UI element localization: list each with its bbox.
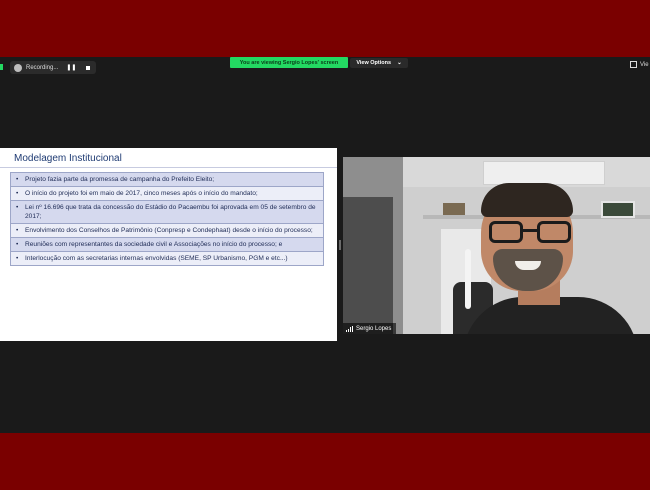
grid-view-icon (630, 61, 637, 68)
recording-indicator[interactable]: Recording... ❚❚ (10, 61, 97, 74)
glasses-lens-right (537, 221, 571, 243)
recording-icon (14, 63, 22, 72)
participant-name: Sergio Lopes (356, 325, 392, 332)
view-mode-label: Vie (640, 61, 649, 68)
view-mode-button[interactable]: Vie (630, 61, 649, 68)
slide-title: Modelagem Institucional (14, 153, 122, 164)
chevron-down-icon: ⌄ (397, 60, 402, 66)
bullet-marker: • (16, 255, 19, 262)
view-options-button[interactable]: View Options ⌄ (350, 58, 408, 68)
slide-divider (0, 167, 337, 168)
status-indicator (0, 64, 3, 70)
bullet-marker: • (16, 176, 19, 183)
slide-bullet-text: Interlocução com as secretarias internas… (25, 255, 288, 262)
slide-bullet-item: • Interlocução com as secretarias intern… (10, 251, 324, 266)
slide-bullet-item: • Reuniões com representantes da socieda… (10, 237, 324, 251)
slide-bullet-item: • O início do projeto foi em maio de 201… (10, 186, 324, 200)
bullet-marker: • (16, 204, 19, 211)
signal-strength-icon (346, 325, 353, 332)
bullet-marker: • (16, 190, 19, 197)
air-conditioner (483, 161, 605, 185)
slide-bullet-list: • Projeto fazia parte da promessa de cam… (10, 172, 324, 266)
slide-bullet-text: Envolvimento dos Conselhos de Patrimônio… (25, 227, 313, 234)
glasses-lens-left (489, 221, 523, 243)
slide-bullet-text: O início do projeto foi em maio de 2017,… (25, 190, 258, 197)
slide-bullet-item: • Lei nº 16.696 que trata da concessão d… (10, 200, 324, 223)
earphone-cable (465, 249, 471, 309)
bullet-marker: • (16, 227, 19, 234)
slide-bullet-item: • Projeto fazia parte da promessa de cam… (10, 172, 324, 186)
participant-hair (481, 183, 573, 217)
slide-bullet-text: Reuniões com representantes da sociedade… (25, 241, 283, 248)
view-options-label: View Options (356, 60, 392, 66)
background-doorway (343, 197, 393, 334)
split-view-divider-handle[interactable] (339, 240, 341, 250)
picture-frame (601, 201, 635, 218)
bullet-marker: • (16, 241, 19, 248)
pause-recording-button[interactable]: ❚❚ (66, 64, 76, 71)
slide-bullet-item: • Envolvimento dos Conselhos de Patrimôn… (10, 223, 324, 237)
shelf-decoration (443, 203, 465, 215)
stop-recording-button[interactable] (86, 65, 91, 70)
slide-bullet-text: Projeto fazia parte da promessa de campa… (25, 176, 215, 183)
participant-video-tile[interactable]: Sergio Lopes (343, 157, 650, 334)
participant-name-tag: Sergio Lopes (343, 323, 397, 334)
shared-screen-slide: Modelagem Institucional • Projeto fazia … (0, 148, 337, 341)
participant-glasses (489, 221, 573, 245)
meeting-window: Recording... ❚❚ You are viewing Sergio L… (0, 57, 650, 433)
red-frame-bottom (0, 433, 650, 490)
viewing-screen-banner: You are viewing Sergio Lopes' screen (230, 57, 348, 68)
slide-bullet-text: Lei nº 16.696 que trata da concessão do … (25, 204, 316, 220)
recording-label: Recording... (26, 64, 59, 71)
glasses-bridge (522, 229, 538, 232)
red-frame-top (0, 0, 650, 57)
